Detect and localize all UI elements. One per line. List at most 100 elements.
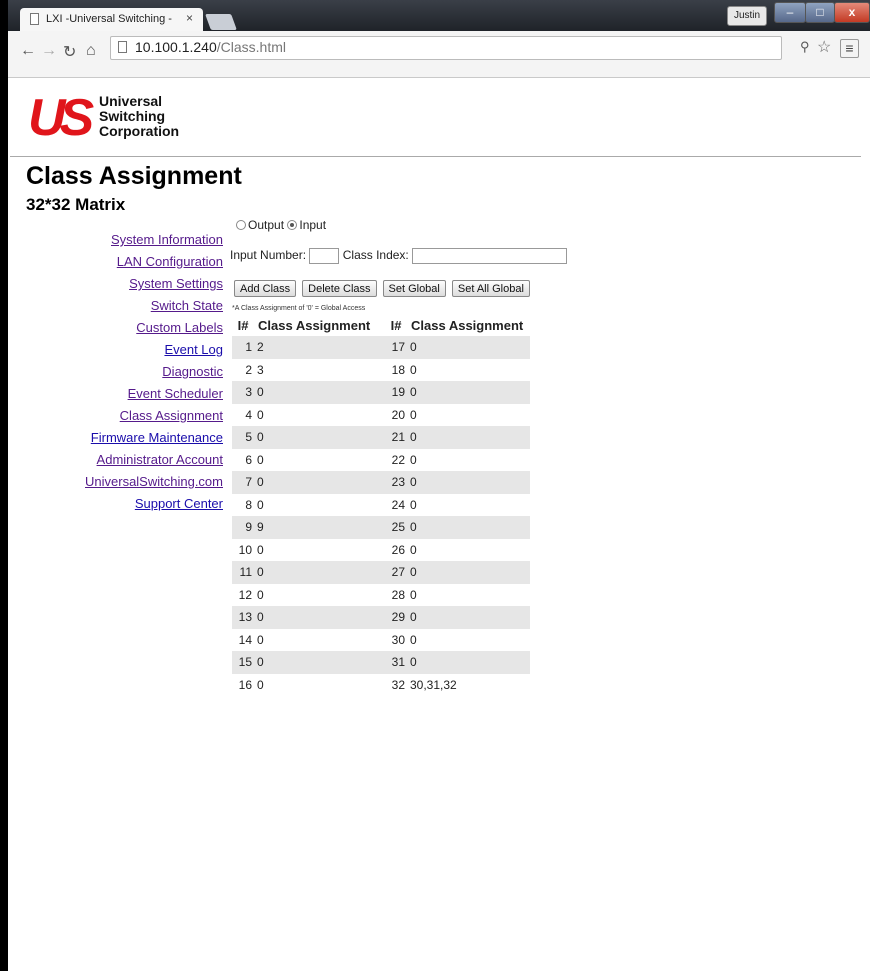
input-number-cell: 16 [238, 677, 252, 692]
browser-tab[interactable]: LXI -Universal Switching - × [20, 8, 203, 32]
set-global-button[interactable]: Set Global [382, 280, 446, 297]
address-bar[interactable]: 10.100.1.240/Class.html [110, 36, 782, 60]
input-number-cell: 29 [385, 606, 407, 629]
company-logo: US Universal Switching Corporation [28, 90, 203, 145]
input-number-cell: 10 [238, 542, 252, 557]
class-assignment-cell: 0 [407, 606, 530, 629]
class-assignment-cell: 0 [257, 632, 264, 647]
delete-class-button[interactable]: Delete Class [302, 280, 377, 297]
page-icon [118, 41, 127, 53]
table-row: 9 9 25 0 [232, 516, 530, 539]
class-assignment-cell: 0 [257, 587, 264, 602]
maximize-button[interactable]: □ [805, 2, 835, 23]
column-header: Class Assignment [258, 317, 371, 333]
table-row: 8 0 24 0 [232, 494, 530, 517]
class-assignment-cell: 0 [407, 516, 530, 539]
home-icon[interactable]: ⌂ [86, 42, 96, 60]
class-assignment-cell: 0 [410, 587, 417, 602]
header-divider [10, 156, 861, 157]
minimize-button[interactable]: – [774, 2, 806, 23]
input-number-cell: 31 [385, 651, 407, 674]
nav-lan-configuration[interactable]: LAN Configuration [85, 254, 223, 276]
column-header: Class Assignment [411, 317, 524, 333]
nav-system-information[interactable]: System Information [85, 232, 223, 254]
input-number-cell: 1 [232, 336, 254, 359]
nav-firmware-maintenance[interactable]: Firmware Maintenance [85, 430, 223, 452]
column-header: I# [237, 317, 249, 333]
nav-class-assignment[interactable]: Class Assignment [85, 408, 223, 430]
assignment-fields: Input Number: Class Index: [230, 248, 568, 264]
input-number-cell: 17 [385, 336, 407, 359]
user-profile-button[interactable]: Justin [727, 6, 767, 26]
title-bar: LXI -Universal Switching - × Justin – □ … [8, 0, 870, 32]
input-number-cell: 18 [391, 362, 405, 377]
class-assignment-cell: 0 [407, 336, 530, 359]
logo-line: Universal [99, 93, 163, 109]
input-number-cell: 24 [391, 497, 405, 512]
output-radio[interactable] [236, 220, 246, 230]
table-row: 16 0 32 30,31,32 [232, 674, 530, 697]
action-buttons: Add Class Delete Class Set Global Set All G… [234, 279, 536, 297]
page-icon [30, 13, 39, 25]
class-assignment-cell: 0 [410, 407, 417, 422]
logo-line: Switching [99, 108, 166, 124]
input-number-label: Input Number: [230, 248, 307, 263]
input-number-cell: 3 [232, 381, 254, 404]
class-assignment-cell: 0 [407, 426, 530, 449]
nav-custom-labels[interactable]: Custom Labels [85, 320, 223, 342]
new-tab-button[interactable] [205, 14, 237, 30]
close-window-button[interactable]: x [834, 2, 870, 23]
nav-administrator-account[interactable]: Administrator Account [85, 452, 223, 474]
input-radio-label: Input [299, 218, 327, 232]
logo-text: Universal Switching Corporation [99, 94, 179, 139]
class-assignment-cell: 0 [410, 362, 417, 377]
input-number-cell: 9 [232, 516, 254, 539]
nav-diagnostic[interactable]: Diagnostic [85, 364, 223, 386]
bookmark-star-icon[interactable]: ☆ [817, 37, 831, 57]
input-number-cell: 14 [238, 632, 252, 647]
table-row: 10 0 26 0 [232, 539, 530, 562]
table-row: 4 0 20 0 [232, 404, 530, 427]
reload-icon[interactable]: ↻ [63, 42, 76, 62]
class-assignment-cell: 0 [407, 471, 530, 494]
browser-window: LXI -Universal Switching - × Justin – □ … [8, 0, 870, 971]
class-assignment-cell: 0 [257, 407, 264, 422]
input-number-cell: 22 [391, 452, 405, 467]
class-assignment-cell: 0 [410, 497, 417, 512]
input-number-cell: 19 [385, 381, 407, 404]
nav-event-log[interactable]: Event Log [85, 342, 223, 364]
forward-arrow-icon[interactable]: → [41, 42, 57, 60]
class-assignment-cell: 0 [410, 452, 417, 467]
add-class-button[interactable]: Add Class [234, 280, 297, 297]
url-host: 10.100.1.240 [135, 39, 217, 55]
table-row: 7 0 23 0 [232, 471, 530, 494]
table-row: 6 0 22 0 [232, 449, 530, 472]
nav-event-scheduler[interactable]: Event Scheduler [85, 386, 223, 408]
back-arrow-icon[interactable]: ← [20, 42, 36, 60]
url-text: 10.100.1.240/Class.html [135, 39, 286, 55]
class-index-field[interactable] [412, 248, 568, 264]
class-assignment-cell: 0 [257, 452, 264, 467]
class-assignment-cell: 0 [254, 606, 385, 629]
nav-support-center[interactable]: Support Center [85, 496, 223, 518]
logo-line: Corporation [99, 123, 180, 139]
zoom-icon[interactable]: ⚲ [800, 39, 810, 55]
input-radio[interactable] [287, 220, 298, 230]
input-number-cell: 32 [391, 677, 405, 692]
class-assignment-cell: 0 [254, 471, 385, 494]
input-number-cell: 30 [391, 632, 405, 647]
input-number-cell: 13 [232, 606, 254, 629]
nav-universalswitching-com[interactable]: UniversalSwitching.com [85, 474, 223, 496]
menu-icon[interactable]: ≡ [840, 39, 859, 58]
input-number-field[interactable] [309, 248, 340, 264]
class-assignment-cell: 2 [254, 336, 385, 359]
table-row: 3 0 19 0 [232, 381, 530, 404]
class-assignment-cell: 30,31,32 [410, 677, 457, 692]
table-row: 5 0 21 0 [232, 426, 530, 449]
input-number-cell: 12 [238, 587, 252, 602]
set-all-global-button[interactable]: Set All Global [451, 280, 530, 297]
nav-switch-state[interactable]: Switch State [85, 298, 223, 320]
nav-system-settings[interactable]: System Settings [85, 276, 223, 298]
class-assignment-cell: 0 [254, 426, 385, 449]
close-tab-icon[interactable]: × [186, 11, 193, 25]
